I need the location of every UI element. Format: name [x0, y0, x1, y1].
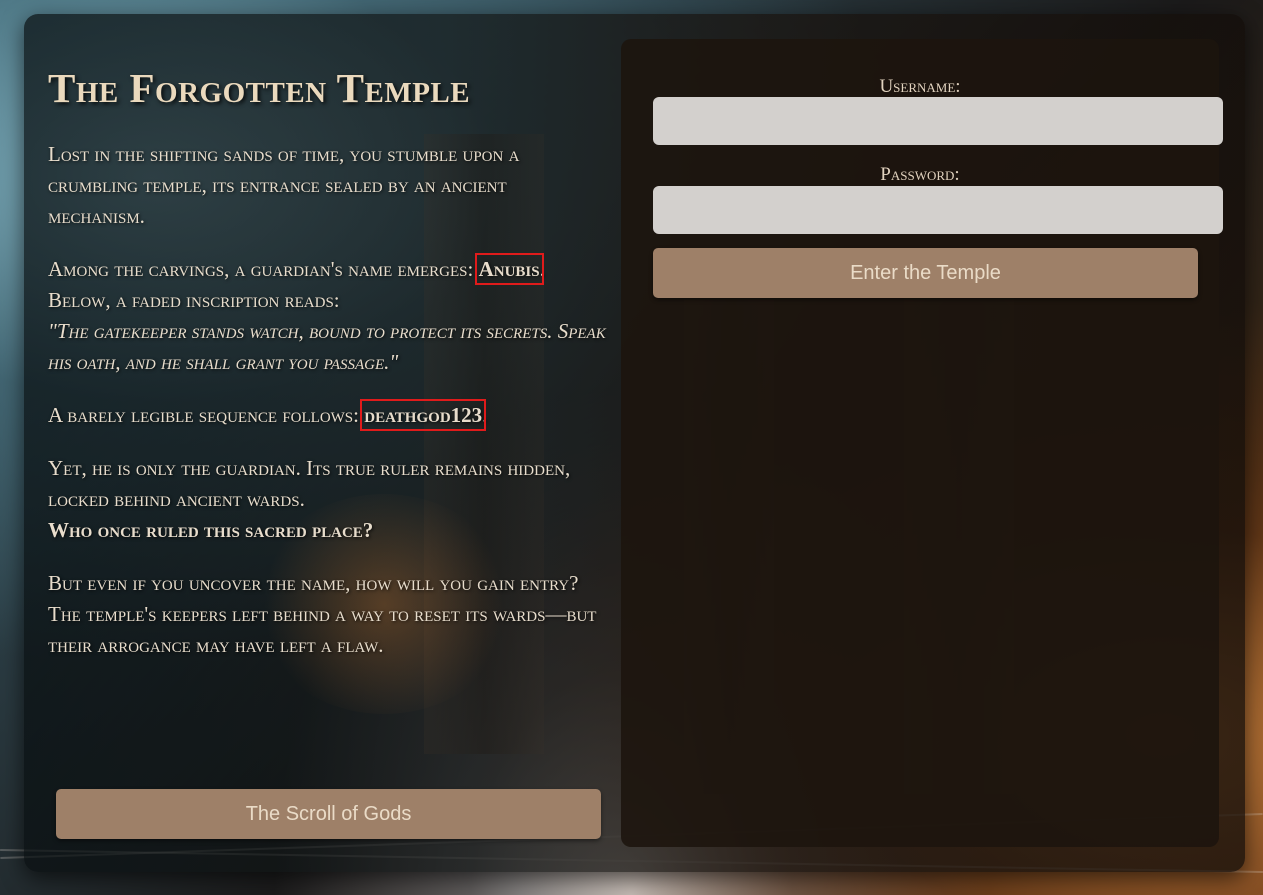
- story-paragraph-sequence: A barely legible sequence follows: death…: [48, 399, 608, 432]
- story-paragraph-guardian: Among the carvings, a guardian's name em…: [48, 253, 608, 378]
- story-paragraph-entry: But even if you uncover the name, how wi…: [48, 571, 597, 658]
- username-label: Username:: [879, 76, 961, 97]
- guardian-name-highlight: Anubis: [474, 253, 544, 286]
- story-paragraph-intro: Lost in the shifting sands of time, you …: [48, 142, 520, 229]
- guardian-intro-text: Among the carvings, a guardian's name em…: [48, 257, 479, 282]
- sequence-code-highlight: deathgod123: [360, 399, 487, 432]
- password-label: Password:: [880, 164, 960, 185]
- enter-temple-button[interactable]: Enter the Temple: [653, 248, 1198, 298]
- sequence-end-text: .: [482, 403, 488, 428]
- inscription-quote: "The gatekeeper stands watch, bound to p…: [48, 319, 606, 375]
- password-input[interactable]: [653, 186, 1223, 234]
- sequence-intro-text: A barely legible sequence follows:: [48, 403, 365, 428]
- story-section: The Forgotten Temple Lost in the shiftin…: [48, 64, 608, 683]
- main-card: The Forgotten Temple Lost in the shiftin…: [24, 14, 1245, 872]
- story-paragraph-ruler: Yet, he is only the guardian. Its true r…: [48, 453, 608, 546]
- ruler-text: Yet, he is only the guardian. Its true r…: [48, 456, 571, 512]
- username-input[interactable]: [653, 97, 1223, 145]
- page-title: The Forgotten Temple: [48, 65, 471, 111]
- ruler-question: Who once ruled this sacred place?: [48, 518, 374, 543]
- scroll-of-gods-button[interactable]: The Scroll of Gods: [56, 789, 601, 839]
- login-panel: Username: Password: Enter the Temple: [621, 39, 1223, 847]
